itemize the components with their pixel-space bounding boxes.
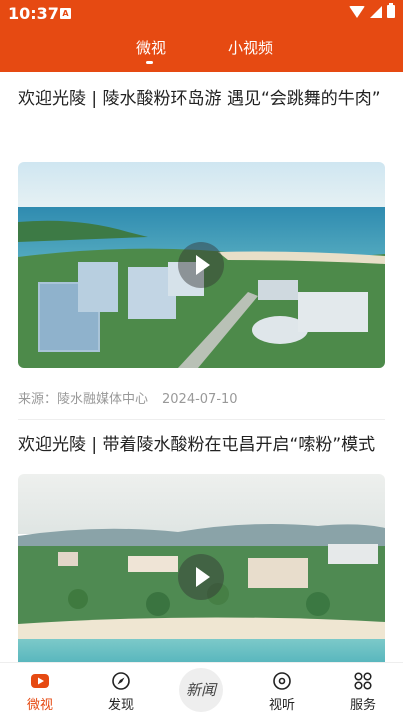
video-thumbnail[interactable] xyxy=(18,474,385,662)
tab-short-video[interactable]: 小视频 xyxy=(228,37,273,58)
battery-icon xyxy=(387,3,395,18)
play-button-icon[interactable] xyxy=(178,242,224,288)
grid-icon xyxy=(354,672,372,690)
nav-item-weishi[interactable]: 微视 xyxy=(10,663,70,718)
news-logo: 新闻 xyxy=(185,681,216,699)
article-source: 来源：陵水融媒体中心 xyxy=(18,392,149,407)
signal-icon xyxy=(370,5,382,18)
app-header: 10:37 A 微视 小视频 xyxy=(0,0,403,72)
status-icons xyxy=(349,3,395,18)
tab-weishi[interactable]: 微视 xyxy=(136,37,166,58)
active-tab-indicator xyxy=(146,61,153,64)
play-button-icon[interactable] xyxy=(178,554,224,600)
article-meta: 来源：陵水融媒体中心 2024-07-10 xyxy=(18,388,238,407)
status-bar: 10:37 A xyxy=(0,0,403,28)
status-time: 10:37 xyxy=(8,4,59,23)
divider xyxy=(18,419,385,420)
article-title[interactable]: 欢迎光陵 | 陵水酸粉环岛游 遇见“会跳舞的牛肉” xyxy=(18,82,388,116)
nav-label: 视听 xyxy=(268,698,295,713)
top-tabs: 微视 小视频 xyxy=(0,28,403,72)
video-feed[interactable]: 欢迎光陵 | 陵水酸粉环岛游 遇见“会跳舞的牛肉” 来源：陵水融媒体中心 202… xyxy=(0,72,403,662)
nav-label: 发现 xyxy=(107,698,134,713)
nav-item-discover[interactable]: 发现 xyxy=(91,663,151,718)
nav-label: 服务 xyxy=(349,698,376,713)
nav-label: 微视 xyxy=(26,698,53,713)
nav-item-audiovisual[interactable]: 视听 xyxy=(252,663,312,718)
nav-item-services[interactable]: 服务 xyxy=(333,663,393,718)
wifi-icon xyxy=(349,5,365,18)
video-thumbnail[interactable] xyxy=(18,162,385,368)
compass-icon xyxy=(112,672,130,690)
play-circle-icon xyxy=(31,674,49,688)
news-logo-button[interactable]: 新闻 xyxy=(179,668,223,712)
notification-icon: A xyxy=(60,8,71,19)
article-title[interactable]: 欢迎光陵 | 带着陵水酸粉在屯昌开启“嗦粉”模式 xyxy=(18,428,388,462)
article-date: 2024-07-10 xyxy=(162,392,238,407)
disc-icon xyxy=(273,672,291,690)
